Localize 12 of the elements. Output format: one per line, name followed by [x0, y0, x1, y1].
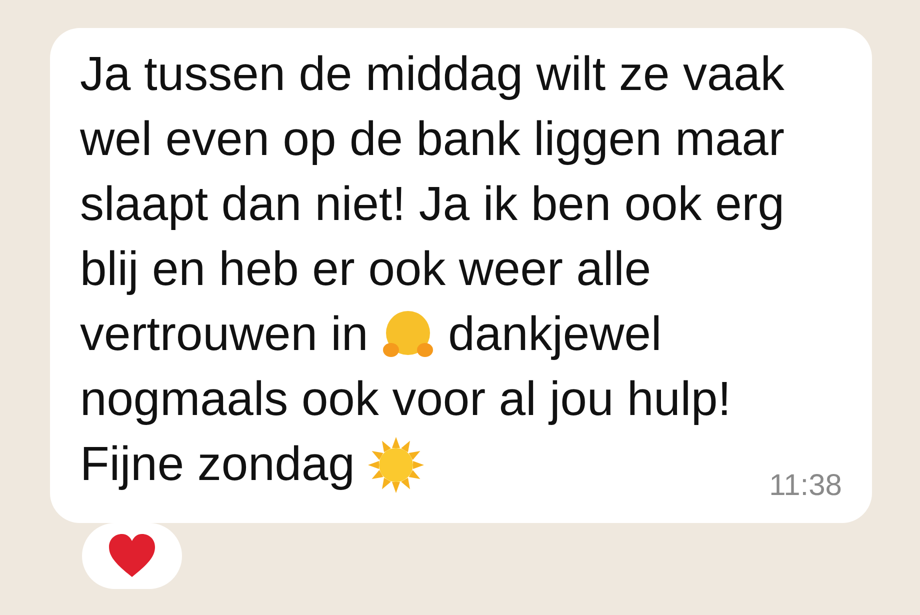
message-text: Fijne zondag [80, 437, 355, 492]
message-time: 11:38 [769, 469, 842, 503]
message-text: wel even op de bank liggen maar [80, 112, 784, 167]
message-text: nogmaals ook voor al jou hulp! [80, 372, 732, 427]
message-text: Ja tussen de middag wilt ze vaak [80, 47, 784, 102]
message-text: vertrouwen in [80, 307, 368, 362]
sun-emoji-icon [366, 436, 425, 494]
message-text: slaapt dan niet! Ja ik ben ook erg [80, 177, 784, 232]
message-text: blij en heb er ook weer alle [80, 242, 652, 297]
message-text: dankjewel [448, 307, 662, 362]
heart-icon [107, 533, 157, 579]
hugging-emoji-icon [382, 310, 434, 360]
